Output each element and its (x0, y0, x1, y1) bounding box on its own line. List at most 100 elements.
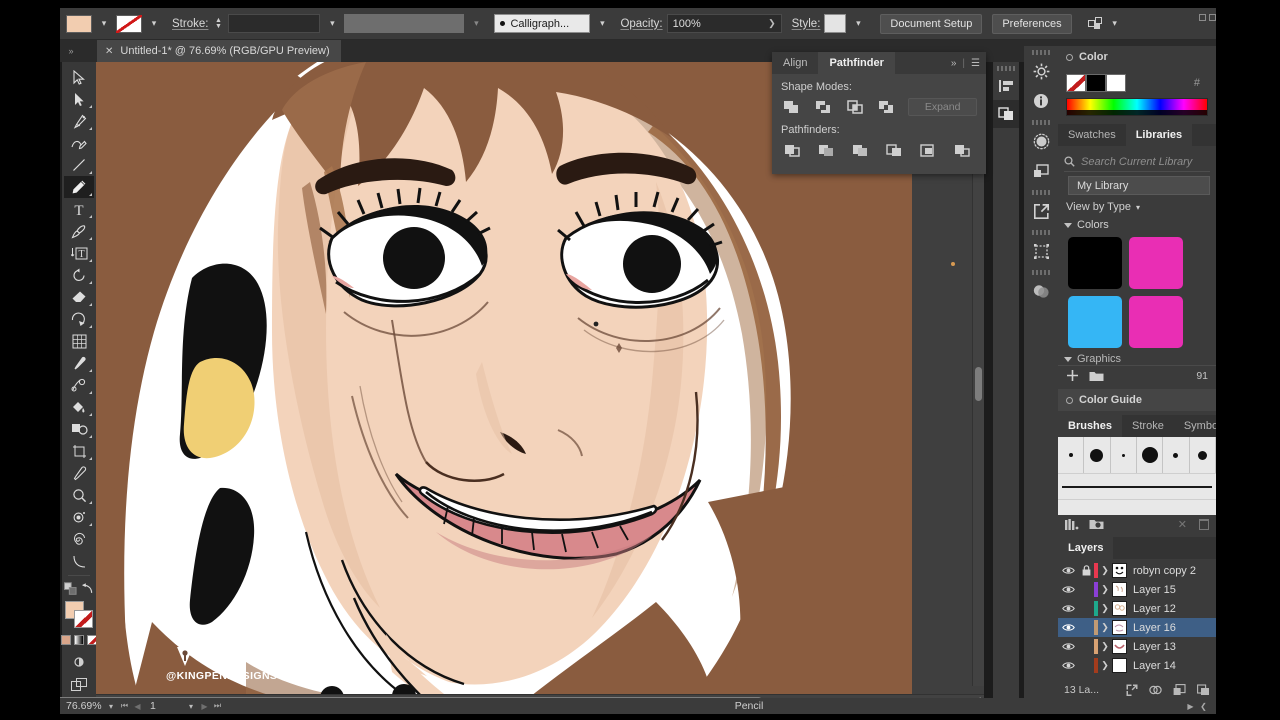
brush-definition-field[interactable]: Calligraph... (494, 14, 591, 33)
rail-grip[interactable] (997, 66, 1015, 71)
selection-tool[interactable] (64, 66, 94, 88)
eyedropper-tool[interactable] (64, 352, 94, 374)
eye-icon[interactable] (1058, 623, 1078, 632)
pathfinder-panel-icon[interactable] (993, 100, 1019, 128)
eye-icon[interactable] (1058, 642, 1078, 651)
brush-definition-dropdown[interactable]: ▾ (594, 14, 610, 34)
unite-button[interactable] (781, 98, 801, 116)
chevron-right-icon[interactable]: ❯ (1098, 603, 1112, 614)
current-tool-label[interactable]: Pencil (224, 700, 1184, 712)
tab-swatches[interactable]: Swatches (1058, 124, 1126, 146)
brush-item[interactable] (1111, 437, 1137, 473)
color-guide-collapse-icon[interactable] (1066, 396, 1073, 404)
chevron-right-icon[interactable]: ❯ (1098, 584, 1112, 595)
vertical-scroll-thumb[interactable] (975, 367, 982, 401)
fill-color-dropdown[interactable]: ▾ (96, 14, 112, 34)
tab-layers[interactable]: Layers (1058, 537, 1114, 559)
chevron-right-icon[interactable]: ❯ (1098, 565, 1112, 576)
rail-grip[interactable] (1032, 270, 1050, 275)
status-resize-icon[interactable]: ❮ (1197, 702, 1210, 711)
color-guide-panel-header[interactable]: Color Guide (1058, 389, 1216, 411)
color-swatch-mode-icon[interactable] (61, 635, 71, 645)
direct-selection-tool[interactable] (64, 88, 94, 110)
arrange-documents-icon[interactable] (1087, 17, 1103, 30)
exclude-button[interactable] (876, 98, 896, 116)
eye-icon[interactable] (1058, 585, 1078, 594)
tab-symbols[interactable]: Symbols (1174, 415, 1216, 437)
none-swatch[interactable] (1066, 74, 1086, 92)
brush-libraries-icon[interactable] (1065, 518, 1079, 530)
merge-button[interactable] (849, 141, 871, 159)
chevron-right-icon[interactable]: ❯ (1098, 660, 1112, 671)
stroke-swatch[interactable] (74, 610, 93, 628)
trim-button[interactable] (815, 141, 837, 159)
library-view-mode[interactable]: View by Type ▾ (1058, 199, 1216, 217)
first-page-icon[interactable]: ⏮ (118, 701, 131, 711)
page-number-dropdown[interactable]: ▾ (184, 702, 198, 711)
live-paint-bucket-tool[interactable] (64, 396, 94, 418)
library-search-field[interactable]: Search Current Library (1064, 152, 1210, 172)
library-color-swatch[interactable] (1068, 296, 1122, 348)
screen-mode-button[interactable] (64, 673, 94, 695)
mesh-tool[interactable] (64, 330, 94, 352)
artboards-panel-icon[interactable] (1024, 236, 1058, 266)
stroke-profile-dropdown[interactable]: ▾ (468, 14, 484, 34)
zoom-tool[interactable] (64, 484, 94, 506)
delete-brush-icon[interactable] (1199, 518, 1209, 530)
table-row[interactable]: ❯ Layer 12 (1058, 599, 1216, 618)
lock-icon[interactable] (1078, 565, 1094, 576)
table-row[interactable]: ❯ robyn copy 2 (1058, 561, 1216, 580)
rail-grip[interactable] (1032, 230, 1050, 235)
rail-grip[interactable] (1032, 120, 1050, 125)
brush-item[interactable] (1084, 437, 1111, 473)
document-setup-button[interactable]: Document Setup (880, 13, 983, 34)
add-item-icon[interactable] (1066, 369, 1079, 382)
preferences-button[interactable]: Preferences (992, 13, 1072, 34)
black-swatch[interactable] (1086, 74, 1106, 92)
new-layer-icon[interactable] (1197, 684, 1210, 696)
brush-item[interactable] (1137, 437, 1164, 473)
stroke-color-dropdown[interactable]: ▾ (146, 14, 162, 34)
close-icon[interactable]: ✕ (105, 46, 113, 57)
spiral-tool[interactable] (64, 528, 94, 550)
curvature-tool[interactable] (64, 132, 94, 154)
undo-arrow-icon[interactable] (81, 583, 94, 595)
chevron-right-icon[interactable]: ❯ (1098, 641, 1112, 652)
arrange-documents-dropdown[interactable]: ▾ (1107, 14, 1123, 34)
last-page-icon[interactable]: ⏭ (211, 701, 224, 711)
panel-menu-icon[interactable]: ☰ (971, 58, 980, 69)
library-selector[interactable]: My Library (1068, 176, 1210, 195)
graphic-style-swatch[interactable] (824, 14, 847, 33)
library-group-colors[interactable]: Colors (1058, 217, 1216, 234)
library-color-swatch[interactable] (1129, 296, 1183, 348)
eye-icon[interactable] (1058, 661, 1078, 670)
table-row[interactable]: ❯ Layer 13 (1058, 637, 1216, 656)
type-tool[interactable]: T (64, 198, 94, 220)
pencil-tool[interactable] (64, 176, 94, 198)
transparency-panel-icon[interactable] (1024, 276, 1058, 306)
brush-item[interactable] (1163, 437, 1190, 473)
asset-export-panel-icon[interactable] (1024, 196, 1058, 226)
crop-button[interactable] (883, 141, 905, 159)
layers-panel-icon[interactable] (1024, 156, 1058, 186)
eye-icon[interactable] (1058, 566, 1078, 575)
library-group-graphics[interactable]: Graphics (1058, 354, 1216, 365)
remove-brush-icon[interactable]: ✕ (1178, 518, 1187, 531)
table-row[interactable]: ❯ Layer 14 (1058, 656, 1216, 675)
make-clipping-mask-icon[interactable] (1149, 684, 1162, 696)
brush-item-blank[interactable] (1058, 499, 1216, 515)
next-page-icon[interactable]: ▶ (198, 702, 211, 711)
drawing-mode-button[interactable] (64, 651, 94, 673)
outline-button[interactable] (917, 141, 939, 159)
gradient-mode-icon[interactable] (74, 635, 84, 645)
brush-item[interactable] (1058, 437, 1085, 473)
stroke-profile-field[interactable] (344, 14, 465, 33)
symbol-sprayer-tool[interactable] (64, 506, 94, 528)
tab-pathfinder[interactable]: Pathfinder (818, 52, 895, 74)
minimize-button[interactable] (1199, 14, 1206, 21)
expand-button[interactable]: Expand (908, 98, 977, 116)
fill-color-swatch[interactable] (66, 14, 92, 33)
maximize-button[interactable] (1209, 14, 1216, 21)
divide-button[interactable] (781, 141, 803, 159)
zoom-level-value[interactable]: 76.69% (60, 700, 104, 712)
